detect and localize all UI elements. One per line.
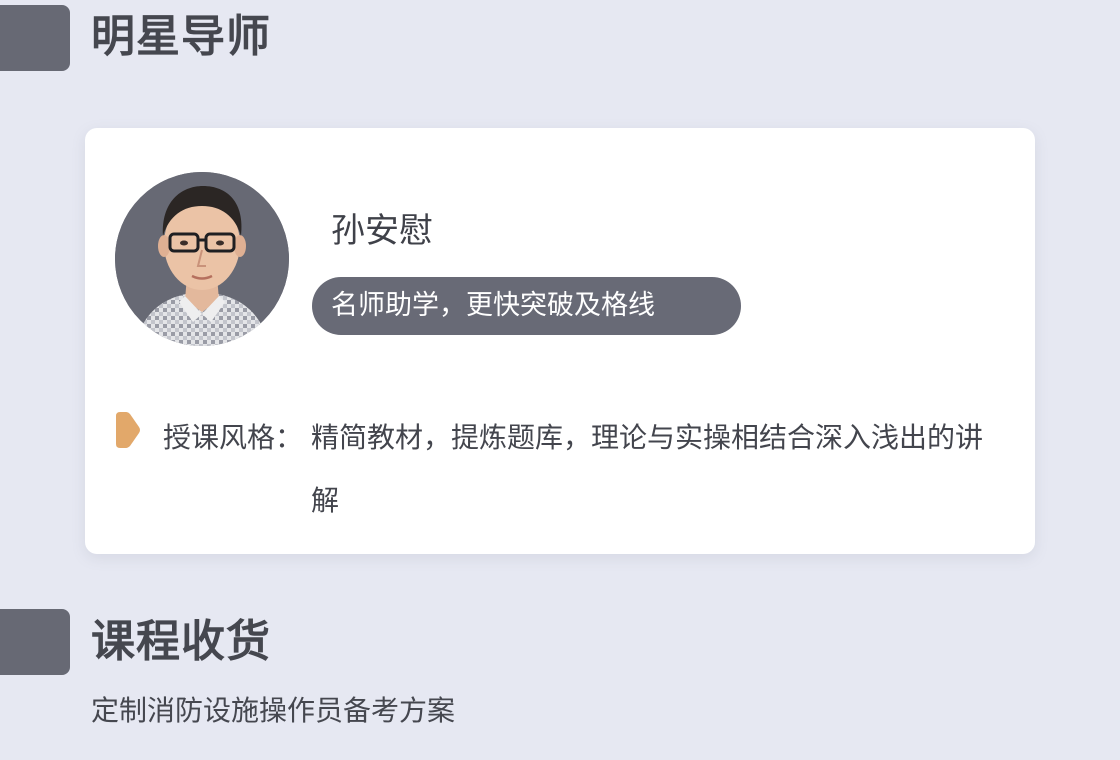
- section-marker-gains: [0, 609, 70, 675]
- gains-subtitle: 定制消防设施操作员备考方案: [91, 694, 456, 727]
- play-triangle-icon: [116, 412, 140, 448]
- section-marker-teacher: [0, 5, 70, 71]
- teaching-style-label: 授课风格：: [163, 421, 304, 454]
- section-title-gains: 课程收货: [91, 616, 271, 667]
- section-title-teacher: 明星导师: [91, 11, 271, 62]
- teacher-card: 孙安慰 名师助学，更快突破及格线 授课风格： 精简教材，提炼题库，理论与实操相结…: [85, 128, 1035, 554]
- teaching-style-text: 精简教材，提炼题库，理论与实操相结合深入浅出的讲解: [311, 421, 984, 517]
- teacher-name: 孙安慰: [331, 211, 433, 251]
- teacher-portrait-image: [115, 172, 289, 346]
- teacher-avatar: [115, 172, 289, 346]
- teacher-slogan-badge: 名师助学，更快突破及格线: [312, 277, 741, 335]
